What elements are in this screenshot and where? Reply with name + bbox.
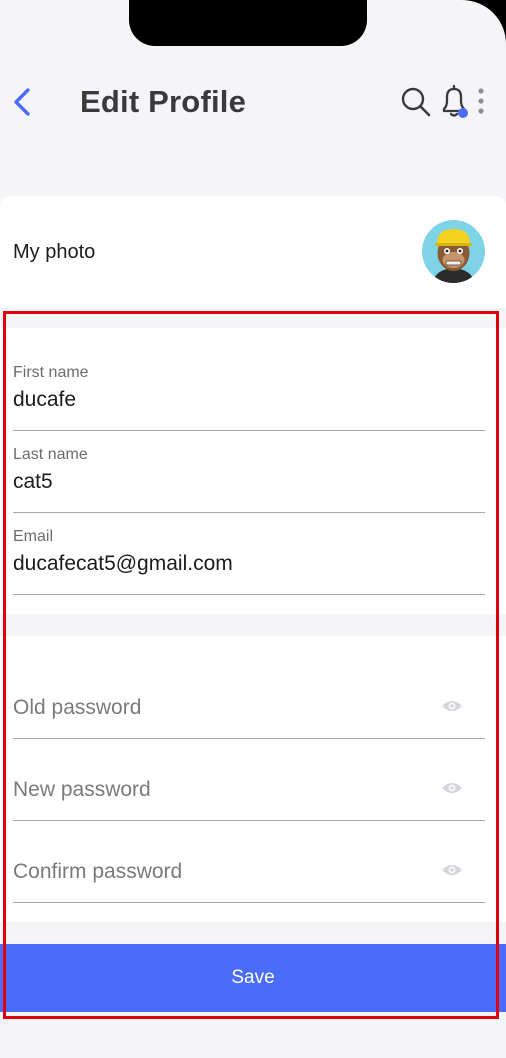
first-name-input[interactable] — [13, 388, 483, 412]
profile-info-card: First name Last name Email — [0, 328, 506, 614]
confirm-password-field — [13, 842, 485, 903]
save-button[interactable]: Save — [0, 944, 506, 1012]
avatar[interactable] — [422, 220, 485, 283]
email-field: Email — [13, 528, 485, 595]
page-title: Edit Profile — [80, 84, 247, 119]
notification-dot — [458, 108, 468, 118]
photo-row[interactable]: My photo — [0, 196, 506, 308]
old-password-input[interactable] — [13, 696, 413, 720]
last-name-label: Last name — [13, 446, 88, 463]
password-card — [0, 636, 506, 922]
email-label: Email — [13, 528, 54, 545]
search-button[interactable] — [400, 86, 432, 118]
more-button[interactable] — [474, 86, 488, 118]
new-password-field — [13, 760, 485, 821]
first-name-label: First name — [13, 364, 89, 381]
confirm-password-input[interactable] — [13, 860, 413, 884]
app-header: Edit Profile — [0, 70, 506, 134]
bell-icon — [442, 84, 468, 118]
eye-icon[interactable] — [441, 698, 463, 714]
eye-icon[interactable] — [441, 780, 463, 796]
more-vertical-icon — [478, 88, 484, 114]
eye-icon[interactable] — [441, 862, 463, 878]
ape-avatar-icon — [422, 220, 485, 283]
first-name-field: First name — [13, 364, 485, 431]
last-name-input[interactable] — [13, 470, 483, 494]
new-password-input[interactable] — [13, 778, 413, 802]
search-icon — [401, 87, 431, 117]
notch — [129, 0, 367, 46]
chevron-left-icon — [14, 88, 30, 116]
email-input[interactable] — [13, 552, 483, 576]
phone-screen: Edit Profile My photo First name ducafe … — [0, 0, 506, 1058]
photo-label: My photo — [13, 241, 96, 263]
old-password-field — [13, 678, 485, 739]
notifications-button[interactable] — [438, 84, 472, 120]
back-button[interactable] — [8, 82, 38, 122]
last-name-field: Last name — [13, 446, 485, 513]
